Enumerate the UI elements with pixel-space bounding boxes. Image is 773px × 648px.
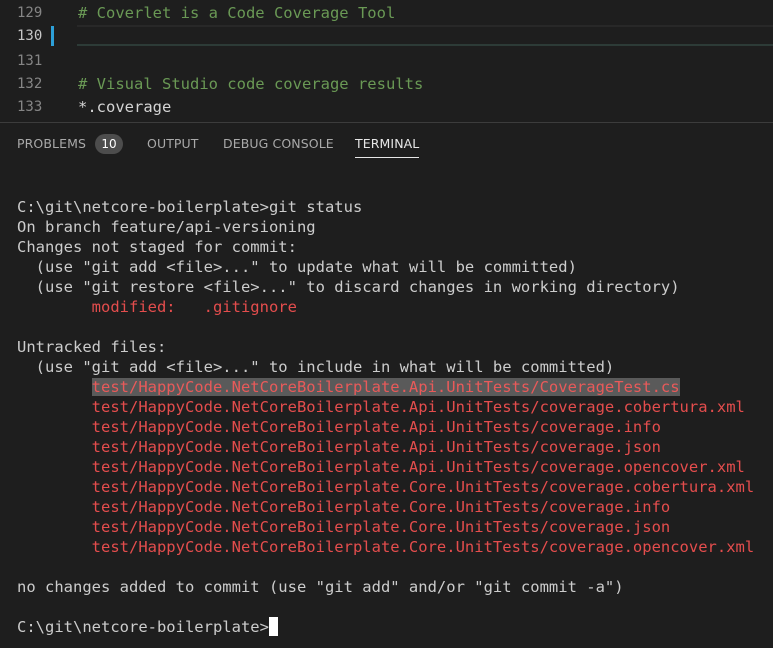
untracked-indent — [17, 518, 92, 536]
terminal-command-line: C:\git\netcore-boilerplate>git status — [17, 198, 363, 216]
code-line[interactable]: 131 — [0, 50, 773, 72]
code-line[interactable]: 129 # Coverlet is a Code Coverage Tool — [0, 2, 773, 24]
problems-count-badge: 10 — [95, 134, 123, 154]
line-number: 132 — [17, 76, 43, 92]
code-line[interactable]: 130 — [0, 25, 773, 47]
code-editor[interactable]: 129 # Coverlet is a Code Coverage Tool 1… — [0, 0, 773, 122]
untracked-file: test/HappyCode.NetCoreBoilerplate.Core.U… — [17, 517, 671, 537]
modified-file: .gitignore — [203, 298, 297, 316]
line-number: 129 — [17, 5, 43, 21]
terminal-modified-line: modified: .gitignore — [17, 297, 297, 317]
untracked-file: test/HappyCode.NetCoreBoilerplate.Core.U… — [17, 477, 755, 497]
untracked-indent — [17, 418, 92, 436]
untracked-file-path: test/HappyCode.NetCoreBoilerplate.Api.Un… — [91, 458, 745, 476]
untracked-file: test/HappyCode.NetCoreBoilerplate.Api.Un… — [17, 397, 745, 417]
untracked-file-path: test/HappyCode.NetCoreBoilerplate.Api.Un… — [91, 438, 661, 456]
untracked-file-path: test/HappyCode.NetCoreBoilerplate.Core.U… — [91, 538, 755, 556]
untracked-file: test/HappyCode.NetCoreBoilerplate.Api.Un… — [17, 437, 661, 457]
terminal-hint-add: (use "git add <file>..." to update what … — [17, 258, 577, 276]
line-text: # Visual Studio code coverage results — [78, 75, 424, 93]
untracked-file-path: test/HappyCode.NetCoreBoilerplate.Core.U… — [91, 498, 671, 516]
terminal-untracked-header: Untracked files: — [17, 338, 167, 356]
modified-label: modified: — [17, 298, 204, 316]
untracked-indent — [17, 498, 92, 516]
untracked-indent — [17, 398, 92, 416]
tab-debug-console[interactable]: DEBUG CONSOLE — [223, 136, 334, 158]
untracked-file: test/HappyCode.NetCoreBoilerplate.Core.U… — [17, 537, 755, 557]
tab-terminal[interactable]: TERMINAL — [355, 136, 420, 158]
terminal-prompt: C:\git\netcore-boilerplate> — [17, 618, 269, 636]
vscode-window: 129 # Coverlet is a Code Coverage Tool 1… — [0, 0, 773, 648]
terminal-prompt-line[interactable]: C:\git\netcore-boilerplate> — [17, 617, 278, 637]
tab-output[interactable]: OUTPUT — [147, 136, 199, 158]
line-text: # Coverlet is a Code Coverage Tool — [78, 4, 396, 22]
terminal-output[interactable]: C:\git\netcore-boilerplate>git status On… — [0, 177, 773, 648]
untracked-indent — [17, 378, 92, 396]
terminal-summary-line: no changes added to commit (use "git add… — [17, 578, 624, 596]
bottom-panel: PROBLEMS 10 OUTPUT DEBUG CONSOLE TERMINA… — [0, 122, 773, 648]
untracked-file-selected: test/HappyCode.NetCoreBoilerplate.Api.Un… — [91, 378, 680, 396]
untracked-file: test/HappyCode.NetCoreBoilerplate.Api.Un… — [17, 457, 745, 477]
untracked-file-path: test/HappyCode.NetCoreBoilerplate.Core.U… — [91, 478, 755, 496]
terminal-cursor — [268, 617, 278, 636]
untracked-file-path: test/HappyCode.NetCoreBoilerplate.Api.Un… — [91, 418, 661, 436]
untracked-indent — [17, 458, 92, 476]
line-number: 130 — [17, 28, 43, 44]
untracked-file-path: test/HappyCode.NetCoreBoilerplate.Api.Un… — [91, 398, 745, 416]
terminal-untracked-hint: (use "git add <file>..." to include in w… — [17, 358, 615, 376]
untracked-file-path: test/HappyCode.NetCoreBoilerplate.Core.U… — [91, 518, 671, 536]
code-line[interactable]: 132 # Visual Studio code coverage result… — [0, 73, 773, 95]
line-number: 133 — [17, 99, 43, 115]
tab-problems[interactable]: PROBLEMS — [17, 136, 86, 158]
untracked-indent — [17, 478, 92, 496]
terminal-hint-restore: (use "git restore <file>..." to discard … — [17, 278, 680, 296]
untracked-indent — [17, 438, 92, 456]
line-number: 131 — [17, 53, 43, 69]
terminal-changes-header: Changes not staged for commit: — [17, 238, 297, 256]
line-text: *.coverage — [78, 98, 172, 116]
untracked-indent — [17, 538, 92, 556]
code-line[interactable]: 133 *.coverage — [0, 96, 773, 118]
untracked-file: test/HappyCode.NetCoreBoilerplate.Core.U… — [17, 497, 671, 517]
panel-tab-bar: PROBLEMS 10 OUTPUT DEBUG CONSOLE TERMINA… — [0, 123, 773, 163]
terminal-branch-line: On branch feature/api-versioning — [17, 218, 316, 236]
untracked-file: test/HappyCode.NetCoreBoilerplate.Api.Un… — [17, 417, 661, 437]
untracked-file: test/HappyCode.NetCoreBoilerplate.Api.Un… — [17, 377, 680, 397]
